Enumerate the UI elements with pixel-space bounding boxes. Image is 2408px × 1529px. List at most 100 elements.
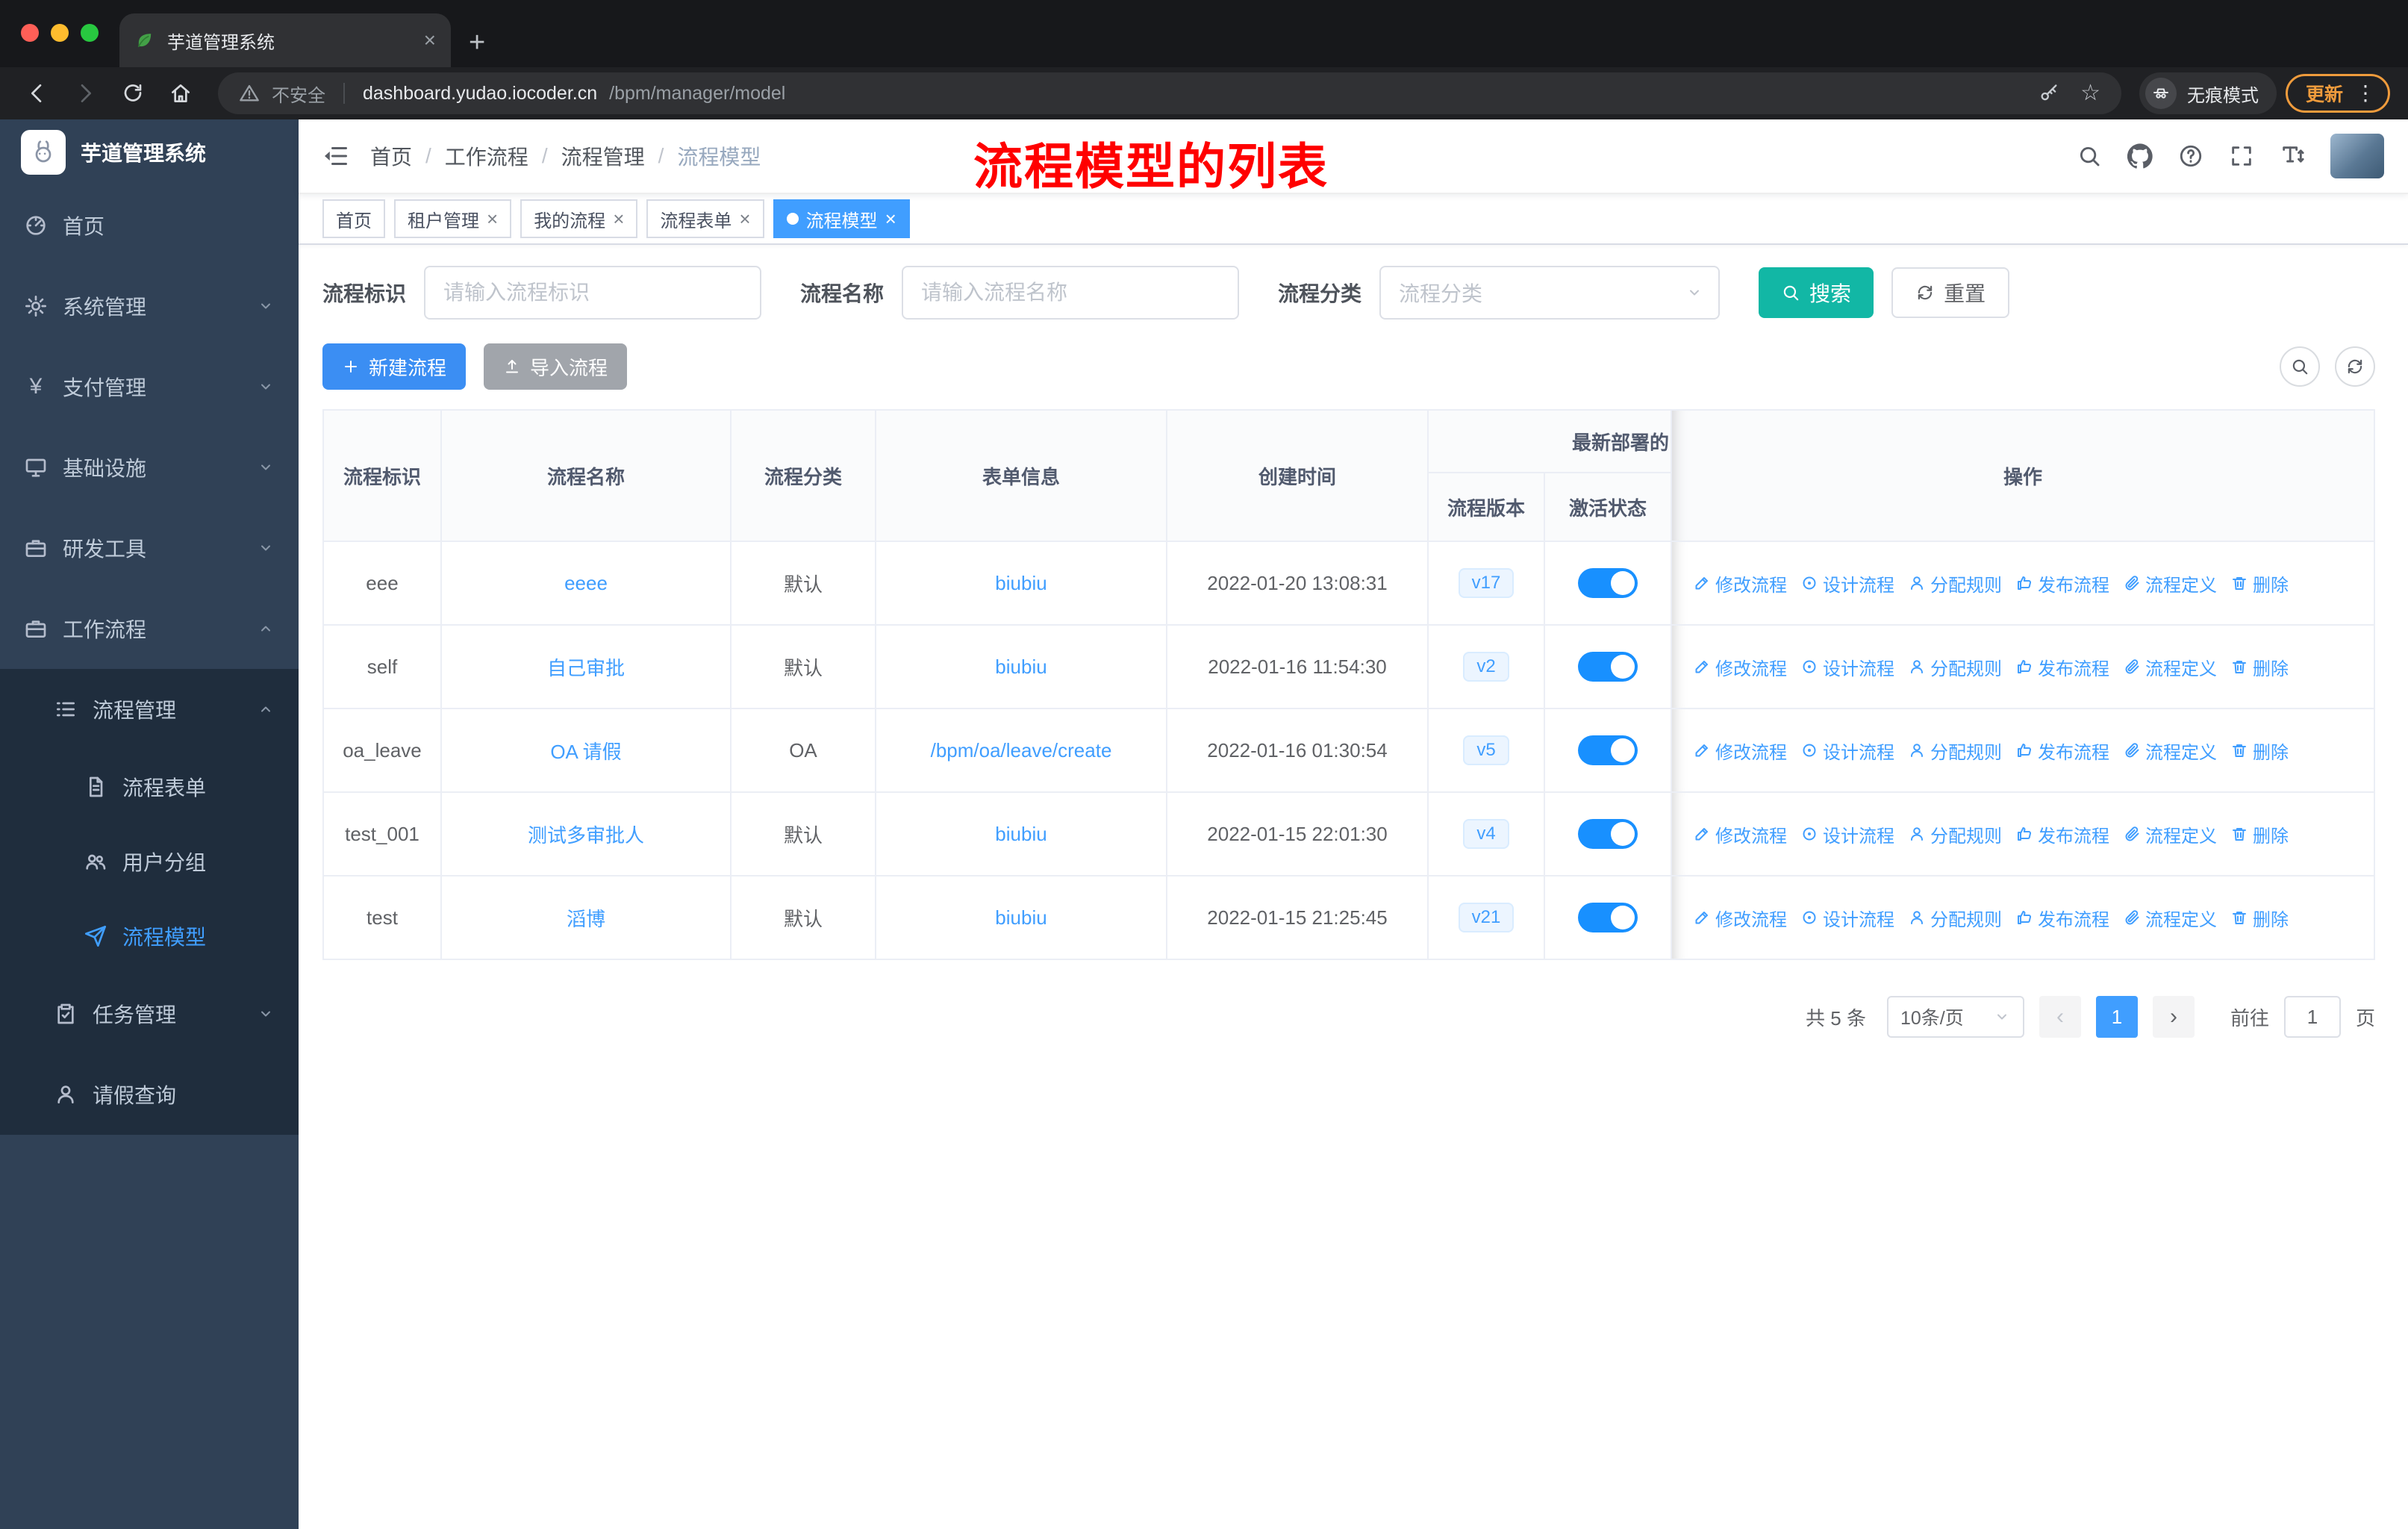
sidebar-collapse-icon[interactable] xyxy=(322,143,349,169)
edit-process-link[interactable]: 修改流程 xyxy=(1693,570,1787,597)
password-key-icon[interactable] xyxy=(2039,83,2059,104)
process-key-input[interactable] xyxy=(424,266,762,320)
design-process-link[interactable]: 设计流程 xyxy=(1800,654,1894,680)
forward-button[interactable] xyxy=(66,74,105,113)
delete-link[interactable]: 删除 xyxy=(2230,570,2289,597)
assign-rule-link[interactable]: 分配规则 xyxy=(1908,738,2002,764)
font-size-icon[interactable] xyxy=(2280,143,2305,169)
active-status-toggle[interactable] xyxy=(1578,652,1638,682)
edit-process-link[interactable]: 修改流程 xyxy=(1693,738,1787,764)
process-definition-link[interactable]: 流程定义 xyxy=(2123,821,2217,847)
back-button[interactable] xyxy=(18,74,57,113)
bookmark-star-icon[interactable]: ☆ xyxy=(2080,82,2100,105)
browser-menu-icon[interactable]: ⋮ xyxy=(2355,83,2376,104)
sidebar-item-payment[interactable]: ¥ 支付管理 xyxy=(0,346,299,427)
process-name-link[interactable]: OA 请假 xyxy=(550,737,621,764)
close-tab-icon[interactable]: × xyxy=(424,30,436,51)
minimize-window-button[interactable] xyxy=(51,24,69,42)
sidebar-item-task-mgmt[interactable]: 任务管理 xyxy=(0,974,299,1054)
help-icon[interactable] xyxy=(2178,143,2203,169)
process-definition-link[interactable]: 流程定义 xyxy=(2123,570,2217,597)
new-tab-button[interactable]: + xyxy=(469,28,485,57)
toggle-search-button[interactable] xyxy=(2280,346,2320,387)
tag-process-form[interactable]: 流程表单 × xyxy=(646,199,764,238)
delete-link[interactable]: 删除 xyxy=(2230,654,2289,680)
browser-update-button[interactable]: 更新 ⋮ xyxy=(2285,74,2390,113)
incognito-profile-chip[interactable]: 无痕模式 xyxy=(2139,72,2277,114)
breadcrumb-home[interactable]: 首页 xyxy=(370,141,412,171)
import-process-button[interactable]: 导入流程 xyxy=(484,343,628,390)
active-status-toggle[interactable] xyxy=(1578,903,1638,932)
close-icon[interactable]: × xyxy=(885,209,896,228)
design-process-link[interactable]: 设计流程 xyxy=(1800,821,1894,847)
tag-tenant-mgmt[interactable]: 租户管理 × xyxy=(394,199,512,238)
sidebar-item-process-model[interactable]: 流程模型 xyxy=(0,899,299,974)
breadcrumb-workflow[interactable]: 工作流程 xyxy=(445,141,528,171)
design-process-link[interactable]: 设计流程 xyxy=(1800,905,1894,931)
close-icon[interactable]: × xyxy=(613,209,624,228)
reset-button[interactable]: 重置 xyxy=(1891,267,2010,318)
process-name-link[interactable]: 滔博 xyxy=(567,904,605,932)
sidebar-item-workflow[interactable]: 工作流程 xyxy=(0,588,299,669)
delete-link[interactable]: 删除 xyxy=(2230,905,2289,931)
form-info-link[interactable]: biubiu xyxy=(995,906,1047,929)
assign-rule-link[interactable]: 分配规则 xyxy=(1908,654,2002,680)
sidebar-item-user-group[interactable]: 用户分组 xyxy=(0,824,299,899)
form-info-link[interactable]: /bpm/oa/leave/create xyxy=(931,739,1112,762)
sidebar-item-system[interactable]: 系统管理 xyxy=(0,266,299,346)
browser-tab[interactable]: 芋道管理系统 × xyxy=(119,13,451,67)
publish-process-link[interactable]: 发布流程 xyxy=(2015,654,2109,680)
security-label[interactable]: 不安全 xyxy=(272,81,325,107)
github-icon[interactable] xyxy=(2127,143,2153,169)
fullscreen-icon[interactable] xyxy=(2229,143,2254,169)
sidebar-item-process-form[interactable]: 流程表单 xyxy=(0,750,299,824)
sidebar-item-process-mgmt[interactable]: 流程管理 xyxy=(0,669,299,750)
tag-my-process[interactable]: 我的流程 × xyxy=(520,199,638,238)
search-button[interactable]: 搜索 xyxy=(1759,267,1874,318)
create-process-button[interactable]: 新建流程 xyxy=(322,343,467,390)
page-number-button[interactable]: 1 xyxy=(2095,996,2138,1038)
refresh-table-button[interactable] xyxy=(2335,346,2375,387)
form-info-link[interactable]: biubiu xyxy=(995,572,1047,595)
process-name-link[interactable]: 测试多审批人 xyxy=(528,820,644,848)
delete-link[interactable]: 删除 xyxy=(2230,738,2289,764)
process-category-select[interactable]: 流程分类 xyxy=(1379,266,1721,320)
home-button[interactable] xyxy=(161,74,200,113)
sidebar-item-home[interactable]: 首页 xyxy=(0,185,299,266)
publish-process-link[interactable]: 发布流程 xyxy=(2015,570,2109,597)
breadcrumb-process-mgmt[interactable]: 流程管理 xyxy=(561,141,645,171)
user-avatar[interactable] xyxy=(2330,134,2384,178)
publish-process-link[interactable]: 发布流程 xyxy=(2015,905,2109,931)
process-definition-link[interactable]: 流程定义 xyxy=(2123,905,2217,931)
tag-process-model[interactable]: 流程模型 × xyxy=(773,199,910,238)
form-info-link[interactable]: biubiu xyxy=(995,823,1047,846)
sidebar-item-devtools[interactable]: 研发工具 xyxy=(0,508,299,588)
goto-page-input[interactable] xyxy=(2283,996,2341,1038)
process-name-input[interactable] xyxy=(902,266,1240,320)
process-name-link[interactable]: eeee xyxy=(564,572,608,595)
process-name-link[interactable]: 自己审批 xyxy=(547,653,625,681)
edit-process-link[interactable]: 修改流程 xyxy=(1693,905,1787,931)
process-definition-link[interactable]: 流程定义 xyxy=(2123,654,2217,680)
assign-rule-link[interactable]: 分配规则 xyxy=(1908,821,2002,847)
active-status-toggle[interactable] xyxy=(1578,568,1638,598)
assign-rule-link[interactable]: 分配规则 xyxy=(1908,905,2002,931)
assign-rule-link[interactable]: 分配规则 xyxy=(1908,570,2002,597)
active-status-toggle[interactable] xyxy=(1578,735,1638,765)
address-bar[interactable]: 不安全 dashboard.yudao.iocoder.cn /bpm/mana… xyxy=(218,72,2121,114)
active-status-toggle[interactable] xyxy=(1578,819,1638,849)
prev-page-button[interactable]: ‹ xyxy=(2039,996,2081,1038)
delete-link[interactable]: 删除 xyxy=(2230,821,2289,847)
search-icon[interactable] xyxy=(2077,143,2102,169)
edit-process-link[interactable]: 修改流程 xyxy=(1693,821,1787,847)
next-page-button[interactable]: › xyxy=(2152,996,2195,1038)
publish-process-link[interactable]: 发布流程 xyxy=(2015,738,2109,764)
sidebar-item-infra[interactable]: 基础设施 xyxy=(0,427,299,508)
close-window-button[interactable] xyxy=(21,24,39,42)
maximize-window-button[interactable] xyxy=(81,24,99,42)
design-process-link[interactable]: 设计流程 xyxy=(1800,570,1894,597)
form-info-link[interactable]: biubiu xyxy=(995,655,1047,679)
sidebar-item-leave-query[interactable]: 请假查询 xyxy=(0,1054,299,1135)
reload-button[interactable] xyxy=(113,74,152,113)
process-definition-link[interactable]: 流程定义 xyxy=(2123,738,2217,764)
